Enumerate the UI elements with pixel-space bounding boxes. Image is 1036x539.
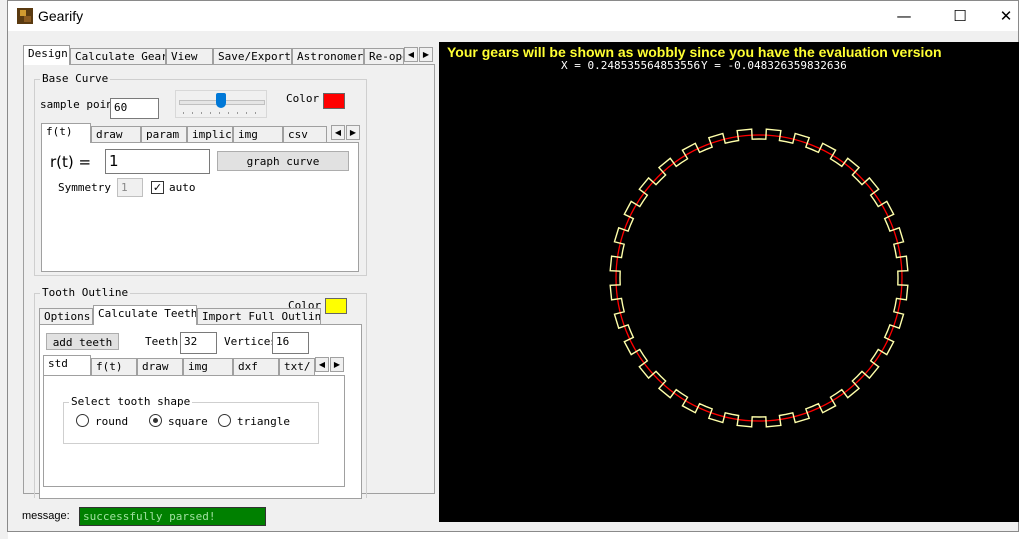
auto-label: auto: [169, 181, 196, 194]
select-tooth-shape-label: Select tooth shape: [69, 395, 193, 408]
message-label: message:: [22, 510, 70, 522]
minimize-button[interactable]: —: [881, 1, 927, 31]
title-bar: Gearify — ☐ ✕: [8, 1, 1018, 31]
r-of-t-label: r(t) =: [50, 153, 92, 171]
tab-save-export[interactable]: Save/Export: [213, 48, 292, 65]
triangle-radio[interactable]: [218, 414, 231, 427]
std-shape-panel: Select tooth shape round square triangle: [43, 375, 345, 487]
sample-points-slider[interactable]: [175, 90, 267, 118]
shape-tab-ft[interactable]: f(t): [91, 358, 137, 375]
teeth-label: Teeth: [145, 335, 179, 348]
shape-tab-img[interactable]: img: [183, 358, 233, 375]
message-box: successfully parsed!: [79, 507, 266, 526]
tooth-tab-import-full-outline[interactable]: Import Full Outline: [197, 308, 321, 325]
shape-tab-draw[interactable]: draw: [137, 358, 183, 375]
tooth-outline-group: Tooth Outline Color Options Calculate Te…: [34, 286, 367, 499]
base-curve-group: Base Curve sample points 60 Color f(t) d…: [34, 72, 367, 276]
tab-reopen[interactable]: Re-ope: [364, 48, 404, 65]
tooth-shape-group: Select tooth shape round square triangle: [63, 395, 319, 444]
sample-points-input[interactable]: 60: [110, 98, 159, 119]
tab-calculate-gear[interactable]: Calculate Gear: [70, 48, 166, 65]
curve-ft-panel: r(t) = 1 graph curve Symmetry 1 ✓ auto: [41, 142, 359, 272]
graph-curve-button[interactable]: graph curve: [217, 151, 349, 171]
shape-tab-std[interactable]: std: [43, 355, 91, 375]
close-button[interactable]: ✕: [983, 1, 1029, 31]
curve-tab-draw[interactable]: draw: [91, 126, 141, 143]
design-panel: Base Curve sample points 60 Color f(t) d…: [23, 64, 435, 499]
curve-tab-param[interactable]: param: [141, 126, 187, 143]
square-label: square: [168, 415, 208, 428]
window-title: Gearify: [38, 8, 84, 24]
base-color-swatch[interactable]: [323, 93, 345, 109]
base-curve-circle: [615, 134, 903, 422]
tab-design[interactable]: Design: [23, 45, 70, 65]
square-radio[interactable]: [149, 414, 162, 427]
curve-tab-csv[interactable]: csv: [283, 126, 327, 143]
round-radio[interactable]: [76, 414, 89, 427]
shape-tab-dxf[interactable]: dxf: [233, 358, 279, 375]
curve-tab-img[interactable]: img: [233, 126, 283, 143]
calculate-teeth-panel: add teeth Teeth 32 Vertices 16 std f(t) …: [39, 324, 362, 499]
triangle-label: triangle: [237, 415, 290, 428]
vertices-input[interactable]: 16: [272, 332, 309, 354]
tab-view[interactable]: View: [166, 48, 213, 65]
tab-astronomer[interactable]: Astronomer: [292, 48, 364, 65]
vertices-label: Vertices: [224, 335, 277, 348]
tooth-outline-label: Tooth Outline: [40, 286, 131, 299]
maximize-button[interactable]: ☐: [937, 1, 983, 31]
gear-drawing: [609, 128, 909, 428]
auto-checkbox[interactable]: ✓: [151, 181, 164, 194]
curve-tab-ft[interactable]: f(t): [41, 123, 91, 143]
tooth-color-swatch[interactable]: [325, 298, 347, 314]
add-teeth-button[interactable]: add teeth: [46, 333, 119, 350]
tabs-scroll-right-button[interactable]: ▶: [419, 47, 433, 62]
shape-tabs-right-button[interactable]: ▶: [330, 357, 344, 372]
symmetry-input[interactable]: 1: [117, 178, 143, 197]
teeth-input[interactable]: 32: [180, 332, 217, 354]
base-color-label: Color: [286, 92, 320, 105]
tabs-scroll-left-button[interactable]: ◀: [404, 47, 418, 62]
tooth-tab-calculate-teeth[interactable]: Calculate Teeth: [93, 305, 197, 325]
gear-tooth-outline: [609, 128, 909, 428]
curve-tabs-left-button[interactable]: ◀: [331, 125, 345, 140]
shape-tabs-left-button[interactable]: ◀: [315, 357, 329, 372]
base-curve-label: Base Curve: [40, 72, 111, 85]
curve-tabs-right-button[interactable]: ▶: [346, 125, 360, 140]
slider-thumb[interactable]: [216, 93, 226, 108]
gearify-window: Gearify — ☐ ✕ Design Calculate Gear View…: [7, 0, 1019, 532]
tooth-tab-options[interactable]: Options: [39, 308, 93, 325]
r-of-t-input[interactable]: 1: [105, 149, 210, 174]
gearify-app-icon: [17, 8, 33, 24]
shape-tab-txt[interactable]: txt/: [279, 358, 315, 375]
curve-tab-implic[interactable]: implic: [187, 126, 233, 143]
symmetry-label: Symmetry: [58, 181, 111, 194]
round-label: round: [95, 415, 129, 428]
gear-canvas[interactable]: Your gears will be shown as wobbly since…: [439, 42, 1019, 522]
